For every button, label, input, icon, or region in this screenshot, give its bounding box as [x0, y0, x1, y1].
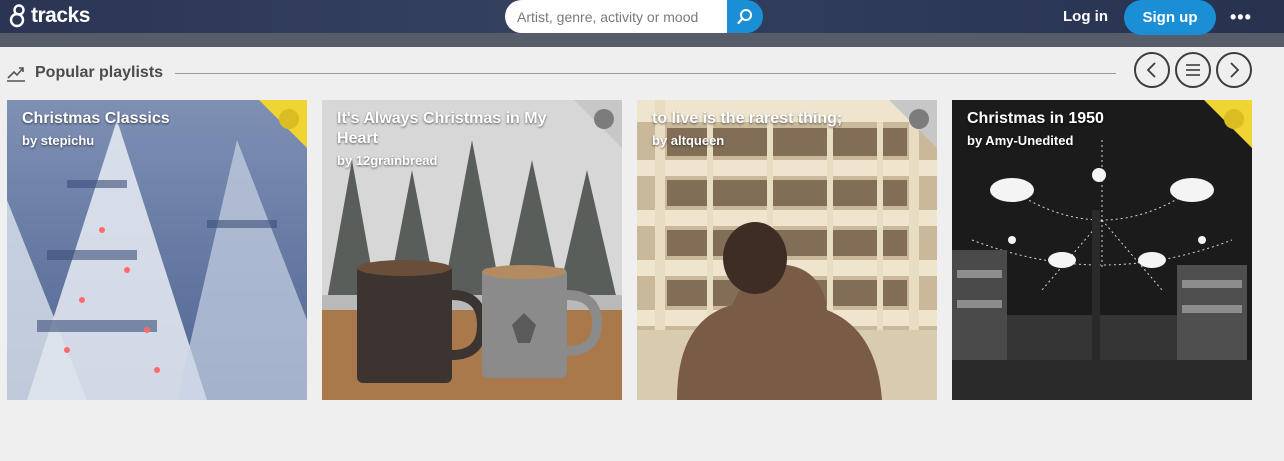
chevron-left-icon [1146, 62, 1156, 78]
playlist-author[interactable]: by altqueen [652, 131, 892, 151]
login-link[interactable]: Log in [1063, 8, 1108, 25]
badge-icon [594, 109, 614, 129]
playlist-card[interactable]: Christmas Classics by stepichu [7, 100, 307, 400]
section-header: Popular playlists [6, 58, 1116, 88]
header-subbar [0, 33, 1284, 47]
playlist-title: Christmas in 1950 by Amy-Unedited [967, 109, 1207, 151]
previous-button[interactable] [1134, 52, 1170, 88]
list-icon [1186, 64, 1200, 76]
badge-icon [909, 109, 929, 129]
section-divider [175, 72, 1116, 74]
badge-icon [279, 109, 299, 129]
playlist-author[interactable]: by stepichu [22, 131, 262, 151]
logo[interactable]: tracks [8, 2, 90, 30]
playlist-card[interactable]: to live is the rarest thing; by altqueen [637, 100, 937, 400]
trending-icon [7, 67, 25, 82]
signup-button[interactable]: Sign up [1124, 0, 1216, 35]
next-button[interactable] [1216, 52, 1252, 88]
search-button[interactable] [727, 0, 763, 33]
playlist-title: Christmas Classics by stepichu [22, 109, 262, 151]
search-input[interactable] [505, 0, 727, 33]
playlist-card[interactable]: It's Always Christmas in My Heart by 12g… [322, 100, 622, 400]
playlist-title: It's Always Christmas in My Heart by 12g… [337, 109, 577, 171]
playlist-author[interactable]: by 12grainbread [337, 151, 577, 171]
logo-text: tracks [31, 4, 90, 27]
search-bar [505, 0, 763, 33]
badge-icon [1224, 109, 1244, 129]
playlist-title: to live is the rarest thing; by altqueen [652, 109, 892, 151]
playlist-title-text[interactable]: to live is the rarest thing; [652, 109, 892, 129]
playlist-author[interactable]: by Amy-Unedited [967, 131, 1207, 151]
chevron-right-icon [1230, 62, 1240, 78]
search-icon [737, 8, 752, 24]
playlist-title-text[interactable]: It's Always Christmas in My Heart [337, 109, 577, 149]
8tracks-logo-icon [9, 4, 25, 28]
list-view-button[interactable] [1175, 52, 1211, 88]
playlist-title-text[interactable]: Christmas in 1950 [967, 109, 1207, 129]
playlist-card[interactable]: Christmas in 1950 by Amy-Unedited [952, 100, 1252, 400]
playlist-title-text[interactable]: Christmas Classics [22, 109, 262, 129]
section-title: Popular playlists [35, 64, 164, 81]
more-menu-icon[interactable]: ••• [1230, 7, 1252, 28]
